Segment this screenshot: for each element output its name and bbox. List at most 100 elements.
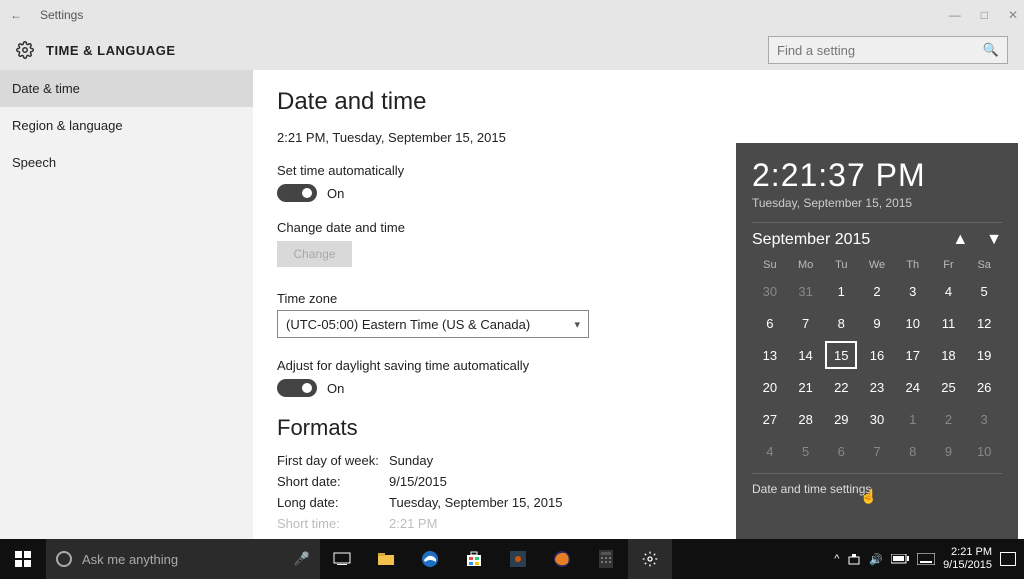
mic-icon: 🎤 xyxy=(294,551,310,567)
settings-taskbar-icon[interactable] xyxy=(628,539,672,579)
chevron-down-icon: ▾ xyxy=(574,318,580,331)
month-label[interactable]: September 2015 xyxy=(752,231,870,249)
start-button[interactable] xyxy=(0,539,46,579)
sidebar-item-speech[interactable]: Speech xyxy=(0,144,253,181)
firefox-icon[interactable] xyxy=(540,539,584,579)
sidebar: Date & time Region & language Speech xyxy=(0,70,253,539)
app-icon[interactable] xyxy=(496,539,540,579)
close-button[interactable]: ✕ xyxy=(1008,8,1018,22)
calendar-day-today[interactable]: 15 xyxy=(825,341,857,369)
window-title: Settings xyxy=(40,8,83,22)
calendar-week: 6789101112 xyxy=(752,307,1002,339)
edge-icon[interactable] xyxy=(408,539,452,579)
toggle-track xyxy=(277,379,317,397)
gear-icon xyxy=(16,41,34,59)
calendar-day[interactable]: 25 xyxy=(931,371,967,403)
cortana-icon xyxy=(56,551,72,567)
calendar-day[interactable]: 19 xyxy=(966,339,1002,371)
calendar-day[interactable]: 9 xyxy=(931,435,967,467)
calendar-day[interactable]: 18 xyxy=(931,339,967,371)
calendar-day[interactable]: 7 xyxy=(859,435,895,467)
calendar-day[interactable]: 31 xyxy=(788,275,824,307)
titlebar: ← Settings — □ ✕ xyxy=(0,0,1024,30)
calendar-day[interactable]: 24 xyxy=(895,371,931,403)
action-center-icon[interactable] xyxy=(1000,552,1016,566)
calendar-day[interactable]: 5 xyxy=(788,435,824,467)
month-header: September 2015 ▲ ▼ xyxy=(752,231,1002,249)
volume-icon[interactable]: 🔊 xyxy=(869,553,883,566)
toggle-track xyxy=(277,184,317,202)
calendar-day[interactable]: 14 xyxy=(788,339,824,371)
calendar-day[interactable]: 7 xyxy=(788,307,824,339)
calendar-day[interactable]: 29 xyxy=(823,403,859,435)
dow-cell: Sa xyxy=(966,255,1002,275)
dow-cell: Tu xyxy=(823,255,859,275)
calendar-day[interactable]: 1 xyxy=(823,275,859,307)
calendar-day[interactable]: 6 xyxy=(823,435,859,467)
calendar-day[interactable]: 30 xyxy=(752,275,788,307)
store-icon[interactable] xyxy=(452,539,496,579)
calendar-day[interactable]: 23 xyxy=(859,371,895,403)
calendar-day[interactable]: 11 xyxy=(931,307,967,339)
month-next-button[interactable]: ▼ xyxy=(986,231,1002,249)
calendar-day[interactable]: 13 xyxy=(752,339,788,371)
calendar-day[interactable]: 2 xyxy=(931,403,967,435)
calendar-day[interactable]: 8 xyxy=(895,435,931,467)
month-prev-button[interactable]: ▲ xyxy=(952,231,968,249)
tray-chevron-icon[interactable]: ^ xyxy=(834,553,839,565)
header-bar: TIME & LANGUAGE 🔍 xyxy=(0,30,1024,70)
search-box[interactable]: 🔍 xyxy=(768,36,1008,64)
calendar-day[interactable]: 28 xyxy=(788,403,824,435)
minimize-button[interactable]: — xyxy=(949,8,961,22)
calendar-day[interactable]: 4 xyxy=(752,435,788,467)
divider xyxy=(752,222,1002,223)
task-view-button[interactable] xyxy=(320,539,364,579)
file-explorer-icon[interactable] xyxy=(364,539,408,579)
calendar-day[interactable]: 12 xyxy=(966,307,1002,339)
calendar-day[interactable]: 26 xyxy=(966,371,1002,403)
calendar-day[interactable]: 5 xyxy=(966,275,1002,307)
calendar-day[interactable]: 22 xyxy=(823,371,859,403)
calendar-day[interactable]: 3 xyxy=(895,275,931,307)
timezone-select[interactable]: (UTC-05:00) Eastern Time (US & Canada) ▾ xyxy=(277,310,589,338)
search-icon: 🔍 xyxy=(983,42,999,58)
tray-clock[interactable]: 2:21 PM 9/15/2015 xyxy=(943,546,992,572)
date-time-settings-link[interactable]: Date and time settings ☝ xyxy=(752,482,1002,496)
calendar-day[interactable]: 10 xyxy=(966,435,1002,467)
calendar-day[interactable]: 20 xyxy=(752,371,788,403)
calendar-day[interactable]: 6 xyxy=(752,307,788,339)
divider xyxy=(752,473,1002,474)
calendar-day[interactable]: 4 xyxy=(931,275,967,307)
calendar-day[interactable]: 9 xyxy=(859,307,895,339)
system-tray: ^ 🔊 2:21 PM 9/15/2015 xyxy=(834,546,1024,572)
calendar-day[interactable]: 10 xyxy=(895,307,931,339)
cortana-placeholder: Ask me anything xyxy=(82,552,178,567)
clock-calendar-flyout: 2:21:37 PM Tuesday, September 15, 2015 S… xyxy=(736,143,1018,539)
settings-window: ← Settings — □ ✕ TIME & LANGUAGE 🔍 Date … xyxy=(0,0,1024,539)
calendar-day[interactable]: 21 xyxy=(788,371,824,403)
calendar-day[interactable]: 30 xyxy=(859,403,895,435)
calendar-day[interactable]: 16 xyxy=(859,339,895,371)
calendar-day[interactable]: 27 xyxy=(752,403,788,435)
cortana-search[interactable]: Ask me anything 🎤 xyxy=(46,539,320,579)
window-controls: — □ ✕ xyxy=(949,8,1018,22)
calendar-day[interactable]: 17 xyxy=(895,339,931,371)
calendar-day[interactable]: 3 xyxy=(966,403,1002,435)
battery-icon[interactable] xyxy=(891,554,909,564)
calendar-day[interactable]: 1 xyxy=(895,403,931,435)
keyboard-icon[interactable] xyxy=(917,553,935,565)
calendar-grid: SuMoTuWeThFrSa 3031123456789101112131415… xyxy=(752,255,1002,467)
dow-cell: Su xyxy=(752,255,788,275)
calculator-icon[interactable] xyxy=(584,539,628,579)
calendar-day[interactable]: 2 xyxy=(859,275,895,307)
calendar-day[interactable]: 8 xyxy=(823,307,859,339)
maximize-button[interactable]: □ xyxy=(981,8,988,22)
network-icon[interactable] xyxy=(847,553,861,565)
search-input[interactable] xyxy=(777,43,983,58)
flyout-time: 2:21:37 PM xyxy=(752,157,1002,194)
sidebar-item-date-time[interactable]: Date & time xyxy=(0,70,253,107)
dow-cell: We xyxy=(859,255,895,275)
sidebar-item-region-language[interactable]: Region & language xyxy=(0,107,253,144)
change-button[interactable]: Change xyxy=(277,241,352,267)
back-button[interactable]: ← xyxy=(6,8,26,22)
